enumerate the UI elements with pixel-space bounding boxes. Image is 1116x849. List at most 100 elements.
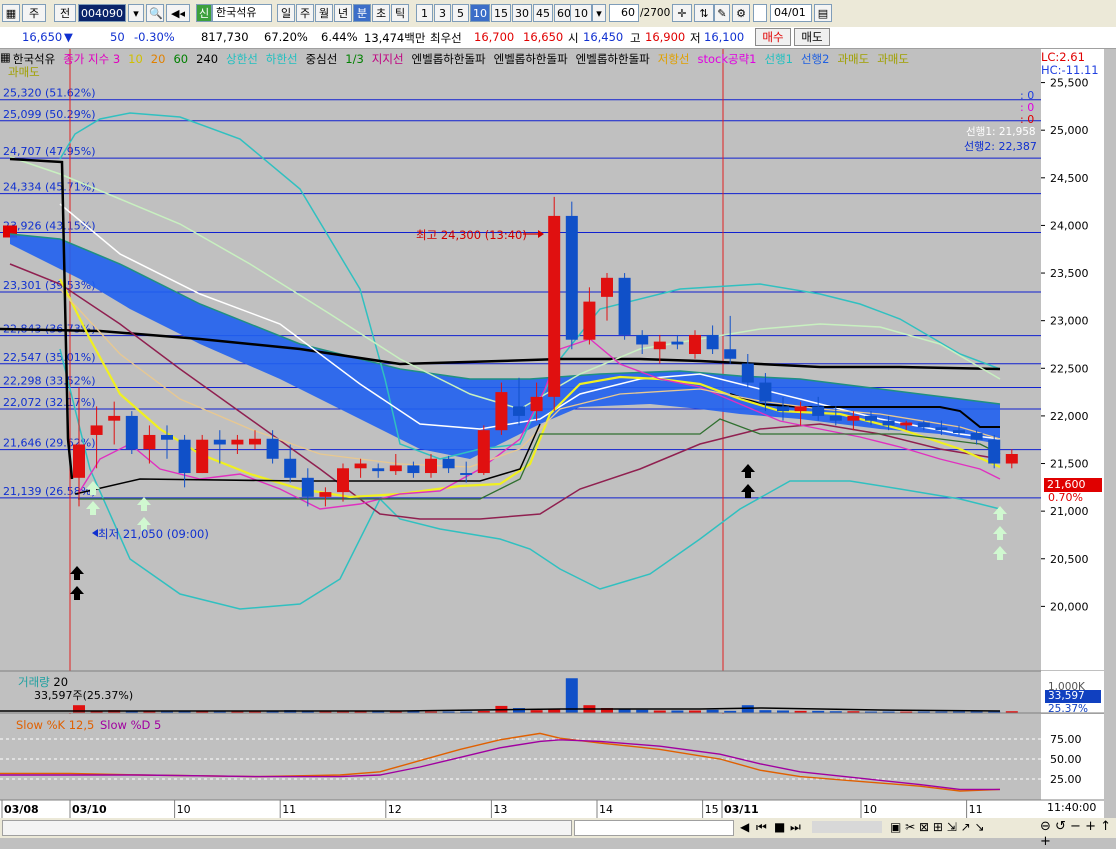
volume-panel-bg	[0, 671, 1041, 713]
x-label-10: 11	[969, 803, 983, 816]
candle-body-51	[970, 433, 983, 440]
y-tick-label-2: 21,000	[1050, 505, 1089, 518]
legend-item-6[interactable]: 상한선	[226, 52, 258, 66]
nav-next-icon[interactable]: ⏭	[790, 820, 801, 835]
candle-body-44	[847, 415, 860, 421]
interval-15[interactable]: 15	[491, 4, 511, 22]
trade-amount: 13,474백만	[364, 31, 426, 45]
volume-text: 33,597주(25.37%)	[34, 689, 134, 702]
legend-item-1[interactable]: 종가 지수 3	[63, 52, 120, 66]
zoom-slider[interactable]	[812, 821, 882, 833]
date-checkbox[interactable]	[753, 4, 767, 22]
candle-body-42	[812, 406, 825, 416]
chart-layout-icon[interactable]: ▦	[2, 4, 20, 22]
candle-body-31	[618, 277, 631, 335]
calendar-icon[interactable]: ▤	[814, 4, 832, 22]
code-dropdown-icon[interactable]: ▾	[128, 4, 144, 22]
legend-item-14[interactable]: 저항선	[658, 52, 690, 66]
y-tick-label-9: 24,500	[1050, 172, 1089, 185]
candle-body-50	[953, 430, 965, 434]
nav-first-icon[interactable]: ◀	[740, 820, 749, 834]
candlestick-chart: 25,320 (51.62%) 25,099 (50.29%) 24,707 (47…	[0, 49, 1104, 819]
period-1[interactable]: 주	[296, 4, 314, 22]
search-icon[interactable]: 🔍	[146, 4, 164, 22]
interval-dropdown-icon[interactable]: ▾	[592, 4, 606, 22]
change-arrow: ▼	[64, 30, 73, 44]
interval-1[interactable]: 1	[416, 4, 433, 22]
candle-body-15	[337, 468, 349, 493]
candle-body-34	[671, 341, 684, 345]
legend-item-8[interactable]: 중심선	[306, 52, 338, 66]
type-select[interactable]: 주	[22, 4, 46, 22]
time-readout: 11:40:00	[1047, 801, 1097, 814]
stoch-k-label: Slow %K 12,5	[16, 718, 95, 732]
y-tick-label-5: 22,500	[1050, 362, 1089, 375]
tool-icon[interactable]: ✎	[714, 4, 730, 22]
date-input[interactable]: 04/01	[770, 4, 812, 22]
candle-body-29	[583, 301, 596, 340]
level-label-8: 22,298 (33.52%)	[3, 375, 96, 388]
view-select[interactable]: 전	[54, 4, 76, 22]
period-4[interactable]: 분	[353, 4, 371, 22]
candle-body-6	[178, 439, 191, 474]
interval-3[interactable]: 3	[434, 4, 451, 22]
zoom-controls[interactable]: ⊖ ↺ − + ↑ +	[1040, 819, 1116, 849]
interval-10[interactable]: 10	[470, 4, 490, 22]
legend-item-5[interactable]: 240	[196, 52, 218, 66]
stock-code-input[interactable]: 004090	[78, 4, 126, 22]
high-value: 16,900	[645, 30, 686, 44]
legend-item-4[interactable]: 60	[173, 52, 188, 66]
scroll-thumb[interactable]	[574, 820, 734, 836]
low-annotation: 최저 21,050 (09:00)	[98, 527, 209, 541]
quote-bar: 16,650 ▼ 50 -0.30% 817,730 67.20% 6.44% …	[0, 27, 1116, 49]
interval-box[interactable]: 10	[570, 4, 592, 22]
interval-30[interactable]: 30	[512, 4, 532, 22]
legend-item-2[interactable]: 10	[128, 52, 143, 66]
legend-item-10[interactable]: 지지선	[372, 52, 404, 66]
candle-body-43	[829, 415, 842, 421]
legend-item-9[interactable]: 1/3	[345, 52, 364, 66]
legend-item-17[interactable]: 선행2	[801, 52, 829, 66]
volume-bar-28	[565, 678, 578, 713]
legend-item-7[interactable]: 하한선	[266, 52, 298, 66]
y-tick-label-0: 20,000	[1050, 600, 1089, 613]
period-6[interactable]: 틱	[391, 4, 409, 22]
tool-icons[interactable]: ▣ ✂ ⊠ ⊞ ⇲ ↗ ↘	[890, 820, 985, 834]
y-tick-label-4: 22,000	[1050, 410, 1089, 423]
candle-body-16	[354, 463, 367, 469]
candle-body-38	[741, 363, 754, 383]
crosshair-icon[interactable]: ✛	[672, 4, 692, 22]
stock-name: 한국석유	[212, 4, 272, 22]
candle-body-30	[601, 277, 613, 297]
nav-stop-icon[interactable]: ■	[774, 820, 785, 834]
legend-item-3[interactable]: 20	[151, 52, 166, 66]
sell-button[interactable]: 매도	[794, 28, 830, 46]
horizontal-scrollbar[interactable]: ◀ ⏮ ■ ⏭ ▣ ✂ ⊠ ⊞ ⇲ ↗ ↘ ⊖ ↺ − + ↑ +	[0, 818, 1116, 849]
legend-item-19[interactable]: 과매도	[877, 52, 909, 66]
candle-body-9	[231, 439, 244, 445]
legend-item-12[interactable]: 엔벨롭하한돌파	[494, 52, 568, 66]
legend-item-11[interactable]: 엔벨롭하한돌파	[412, 52, 486, 66]
legend-item-15[interactable]: stock공략1	[697, 52, 756, 66]
level-label-9: 22,072 (32.17%)	[3, 396, 96, 409]
period-3[interactable]: 년	[334, 4, 352, 22]
count-input[interactable]: 60	[609, 4, 639, 22]
open-value: 16,450	[583, 30, 624, 44]
legend-item-18[interactable]: 과매도	[837, 52, 869, 66]
period-2[interactable]: 월	[315, 4, 333, 22]
period-5[interactable]: 초	[372, 4, 390, 22]
high-annotation: 최고 24,300 (13:40)	[416, 228, 527, 242]
legend-item-16[interactable]: 선행1	[764, 52, 792, 66]
level-label-5: 23,301 (39.53%)	[3, 279, 96, 292]
legend-item-13[interactable]: 엔벨롭하한돌파	[576, 52, 650, 66]
buy-button[interactable]: 매수	[755, 28, 791, 46]
scroll-track[interactable]	[2, 820, 572, 836]
candle-body-41	[794, 406, 807, 412]
period-0[interactable]: 일	[277, 4, 295, 22]
compare-icon[interactable]: ⇅	[694, 4, 714, 22]
gear-icon[interactable]: ⚙	[732, 4, 750, 22]
interval-5[interactable]: 5	[452, 4, 469, 22]
speaker-icon[interactable]: ◀◂	[166, 4, 190, 22]
nav-prev-icon[interactable]: ⏮	[756, 820, 767, 835]
interval-45[interactable]: 45	[533, 4, 553, 22]
